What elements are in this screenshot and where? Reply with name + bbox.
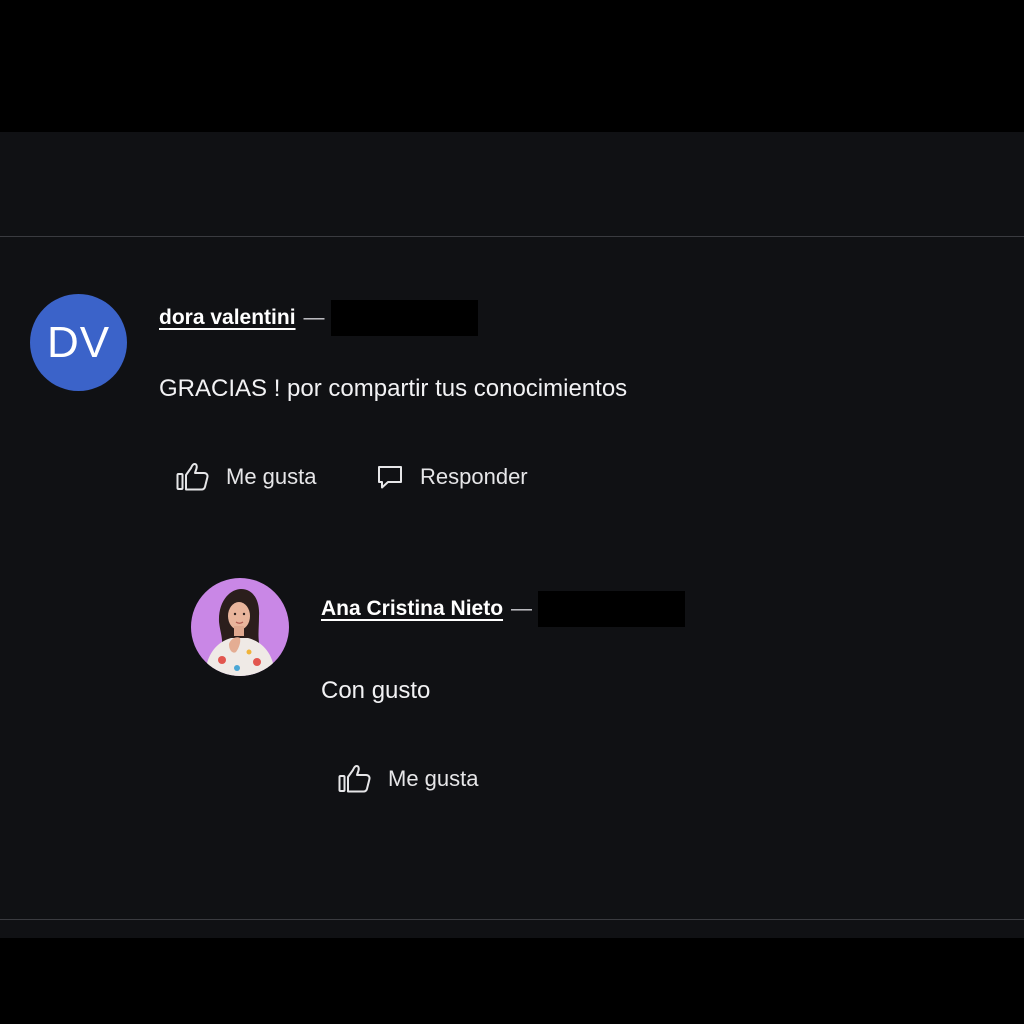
comment-author-link[interactable]: dora valentini <box>159 306 296 330</box>
comment-header: dora valentini — <box>159 300 478 336</box>
author-separator: — <box>511 597 533 620</box>
like-label: Me gusta <box>388 766 479 791</box>
thumbs-up-icon <box>176 461 210 493</box>
bottom-divider <box>0 919 1024 920</box>
speech-bubble-icon <box>376 463 404 491</box>
redacted-timestamp <box>330 300 478 336</box>
avatar <box>191 578 289 676</box>
author-separator: — <box>303 306 325 329</box>
reply-label: Responder <box>420 464 528 489</box>
comment-text: Con gusto <box>321 677 431 704</box>
avatar: DV <box>30 294 127 391</box>
thumbs-up-icon <box>338 763 372 795</box>
like-label: Me gusta <box>226 464 317 489</box>
comment-text: GRACIAS ! por compartir tus conocimiento… <box>159 375 628 402</box>
comment-header: Ana Cristina Nieto — <box>321 591 686 627</box>
comment-author-link[interactable]: Ana Cristina Nieto <box>321 597 503 621</box>
reply-button[interactable]: Responder <box>376 460 528 494</box>
like-button[interactable]: Me gusta <box>176 460 317 494</box>
profile-photo-icon <box>191 578 289 676</box>
avatar-initials: DV <box>46 317 111 367</box>
redacted-timestamp <box>538 591 686 627</box>
top-divider <box>0 236 1024 237</box>
comments-panel <box>0 132 1024 938</box>
like-button[interactable]: Me gusta <box>338 762 479 796</box>
